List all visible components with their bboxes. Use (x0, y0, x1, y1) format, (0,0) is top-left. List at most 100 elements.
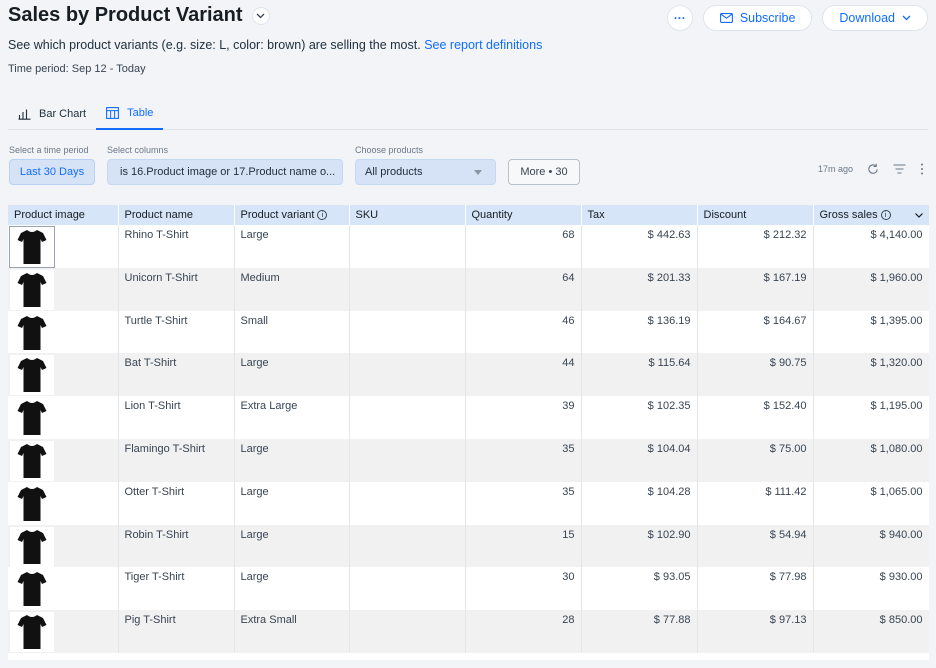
col-header-product-variant[interactable]: Product variant i (234, 205, 350, 225)
product-thumbnail[interactable] (10, 355, 54, 396)
gross-sales-cell: $ 1,395.00 (813, 310, 929, 354)
table-row[interactable]: Tiger T-Shirt Large 30 $ 93.05 $ 77.98 $ 930.… (8, 567, 929, 611)
download-button[interactable]: Download (822, 5, 928, 31)
sku-cell (349, 396, 466, 439)
tshirt-icon (17, 486, 47, 521)
product-name-cell: Rhino T-Shirt (118, 225, 235, 268)
description-text: See which product variants (e.g. size: L… (8, 38, 421, 52)
table-row[interactable]: Flamingo T-Shirt Large 35 $ 104.04 $ 75.00 $ … (8, 438, 929, 482)
col-header-gross-sales-label: Gross sales (819, 209, 878, 221)
product-thumbnail[interactable] (10, 569, 54, 610)
discount-cell: $ 90.75 (697, 353, 814, 397)
filter-icon[interactable] (893, 164, 906, 174)
time-period-text: Time period: Sep 12 - Today (8, 63, 146, 75)
tshirt-icon (17, 315, 47, 350)
table-row[interactable]: Lion T-Shirt Extra Large 39 $ 102.35 $ 152.4… (8, 396, 929, 439)
tab-bar-chart[interactable]: Bar Chart (8, 98, 96, 129)
filter-bar: Select a time period Last 30 Days Select… (0, 140, 936, 196)
product-thumbnail[interactable] (9, 226, 55, 268)
info-icon[interactable]: i (880, 210, 891, 221)
product-name-cell: Robin T-Shirt (118, 524, 235, 568)
gross-sales-cell: $ 850.00 (813, 610, 929, 653)
title-dropdown-button[interactable] (251, 6, 270, 25)
product-variant-cell: Large (234, 481, 350, 525)
tax-cell: $ 102.35 (581, 396, 698, 439)
col-header-discount[interactable]: Discount (697, 205, 814, 225)
tax-cell: $ 102.90 (581, 524, 698, 568)
discount-cell: $ 75.00 (697, 438, 814, 482)
table-icon (106, 107, 120, 119)
product-thumbnail[interactable] (10, 483, 54, 524)
col-header-gross-sales[interactable]: Gross sales i (813, 205, 929, 225)
sku-cell (349, 610, 466, 653)
tshirt-icon (17, 272, 47, 307)
product-thumbnail[interactable] (10, 526, 54, 567)
col-header-quantity[interactable]: Quantity (465, 205, 582, 225)
product-thumbnail[interactable] (10, 612, 54, 653)
quantity-cell: 44 (465, 353, 582, 397)
product-thumbnail[interactable] (10, 269, 54, 310)
subscribe-button[interactable]: Subscribe (702, 5, 813, 31)
tax-cell: $ 93.05 (581, 567, 698, 611)
col-header-sku[interactable]: SKU (349, 205, 466, 225)
product-name-cell: Lion T-Shirt (118, 396, 235, 439)
chevron-down-icon (256, 13, 265, 18)
vertical-dots-icon[interactable] (920, 163, 924, 175)
sort-desc-icon[interactable] (914, 213, 923, 218)
product-image-cell (8, 353, 119, 397)
time-period-select[interactable]: Last 30 Days (9, 159, 95, 185)
report-header: Sales by Product Variant See which produ… (0, 0, 936, 132)
product-image-cell (8, 567, 119, 611)
gross-sales-cell: $ 1,320.00 (813, 353, 929, 397)
table-row[interactable]: Turtle T-Shirt Small 46 $ 136.19 $ 164.67 $ 1… (8, 310, 929, 354)
products-select[interactable]: All products (355, 159, 496, 185)
product-variant-cell: Large (234, 438, 350, 482)
sku-cell (349, 524, 466, 568)
product-image-cell (8, 267, 119, 311)
gross-sales-cell: $ 1,195.00 (813, 396, 929, 439)
product-name-cell: Bat T-Shirt (118, 353, 235, 397)
product-variant-cell: Large (234, 353, 350, 397)
table-tools: 17m ago (818, 163, 924, 175)
refresh-icon[interactable] (867, 163, 879, 175)
columns-select[interactable]: is 16.Product image or 17.Product name o… (107, 159, 343, 185)
product-name-cell: Flamingo T-Shirt (118, 438, 235, 482)
download-label: Download (839, 11, 895, 25)
tshirt-icon (17, 358, 47, 393)
tab-table[interactable]: Table (96, 98, 164, 130)
quantity-cell: 68 (465, 225, 582, 268)
product-thumbnail[interactable] (10, 312, 54, 353)
quantity-cell: 28 (465, 610, 582, 653)
table-row[interactable]: Unicorn T-Shirt Medium 64 $ 201.33 $ 167.19 $… (8, 267, 929, 311)
col-header-product-image[interactable]: Product image (8, 205, 119, 225)
tax-cell: $ 442.63 (581, 225, 698, 268)
info-icon[interactable]: i (317, 210, 328, 221)
quantity-cell: 35 (465, 438, 582, 482)
header-actions: ··· Subscribe Download (666, 5, 928, 31)
col-header-tax[interactable]: Tax (581, 205, 698, 225)
discount-cell: $ 111.42 (697, 481, 814, 525)
time-period-label: Select a time period (9, 145, 89, 155)
table-row[interactable]: Rhino T-Shirt Large 68 $ 442.63 $ 212.32 $ 4,… (8, 225, 929, 268)
more-actions-button[interactable]: ··· (666, 5, 693, 31)
product-name-cell: Tiger T-Shirt (118, 567, 235, 611)
col-header-product-name[interactable]: Product name (118, 205, 235, 225)
title-row: Sales by Product Variant (8, 4, 270, 27)
quantity-cell: 35 (465, 481, 582, 525)
report-definitions-link[interactable]: See report definitions (424, 38, 542, 52)
table-row[interactable]: Otter T-Shirt Large 35 $ 104.28 $ 111.42 $ 1,… (8, 481, 929, 525)
discount-cell: $ 164.67 (697, 310, 814, 354)
quantity-cell: 30 (465, 567, 582, 611)
product-thumbnail[interactable] (10, 440, 54, 481)
product-variant-cell: Small (234, 310, 350, 354)
product-name-cell: Otter T-Shirt (118, 481, 235, 525)
table-row[interactable]: Pig T-Shirt Extra Small 28 $ 77.88 $ 97.13 $ … (8, 610, 929, 653)
gross-sales-cell: $ 1,065.00 (813, 481, 929, 525)
product-thumbnail[interactable] (10, 398, 54, 439)
gross-sales-cell: $ 4,140.00 (813, 225, 929, 268)
table-row[interactable]: Bat T-Shirt Large 44 $ 115.64 $ 90.75 $ 1,320… (8, 353, 929, 397)
more-filters-button[interactable]: More • 30 (508, 159, 580, 185)
table-row[interactable]: Robin T-Shirt Large 15 $ 102.90 $ 54.94 $ 940… (8, 524, 929, 568)
product-image-cell (8, 610, 119, 653)
sales-table: Product image Product name Product varia… (8, 205, 929, 653)
